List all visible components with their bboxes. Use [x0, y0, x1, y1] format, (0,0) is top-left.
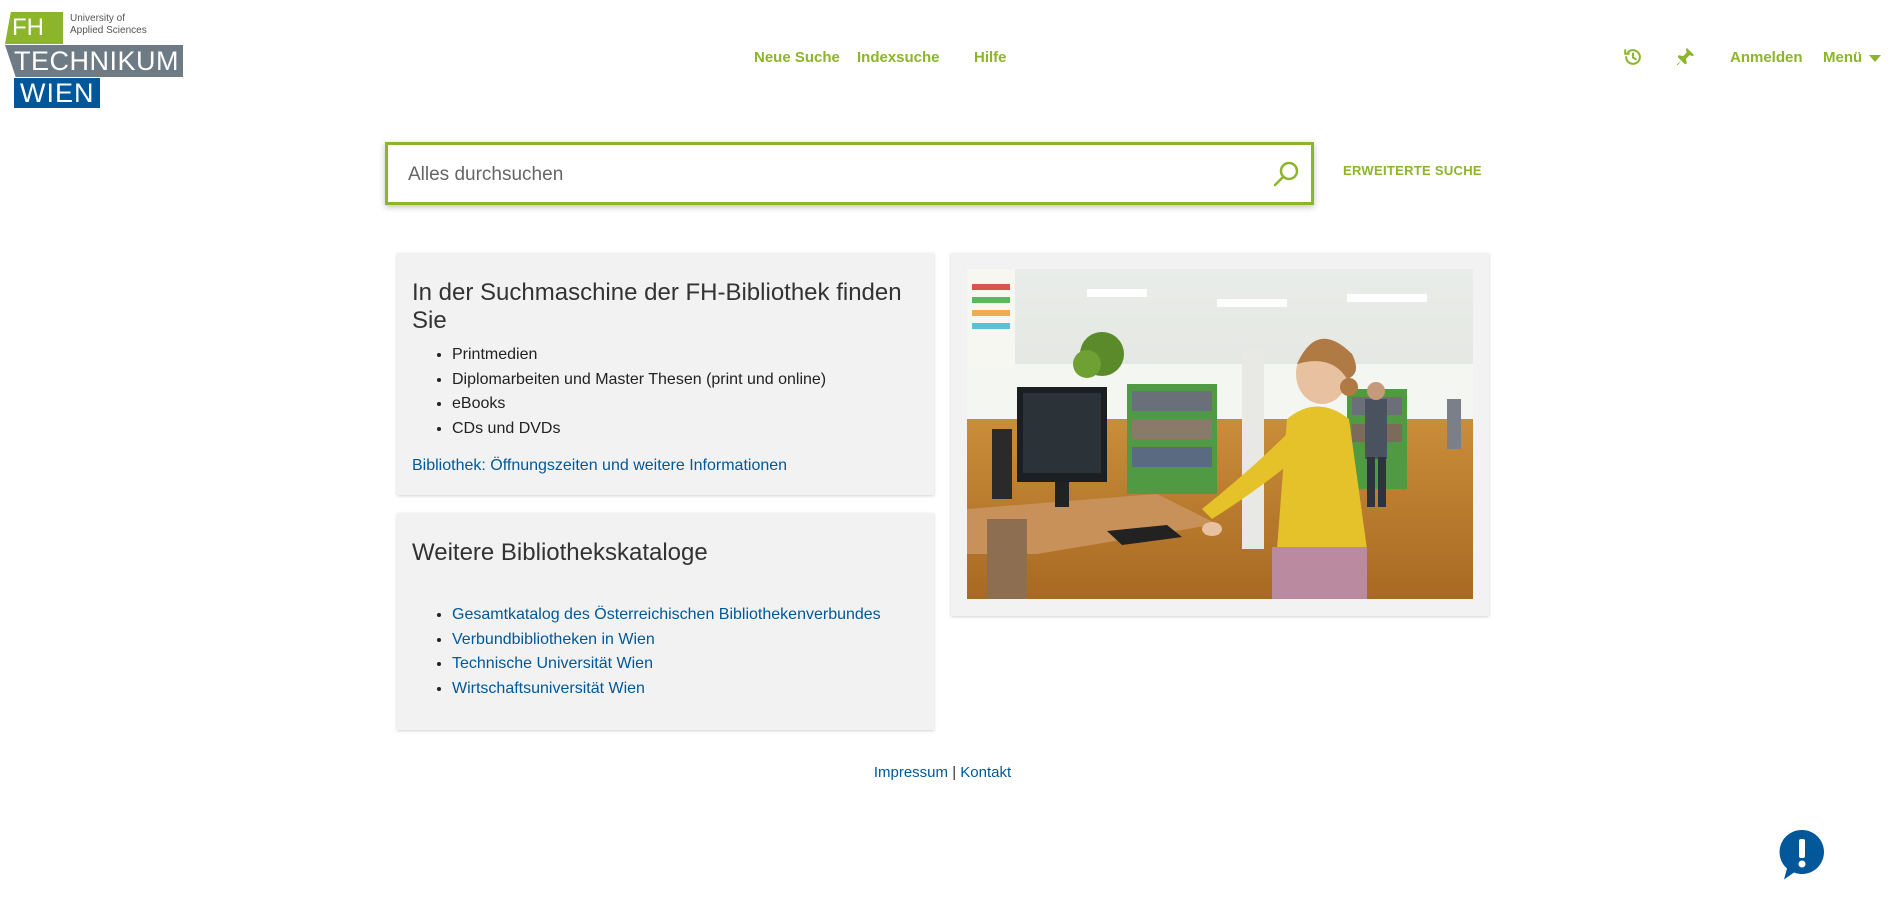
advanced-search-link[interactable]: ERWEITERTE SUCHE: [1343, 163, 1482, 178]
nav-neue-suche[interactable]: Neue Suche: [754, 49, 840, 66]
list-item: Gesamtkatalog des Österreichischen Bibli…: [452, 603, 881, 628]
search-bar: [385, 142, 1314, 205]
other-catalogs-card: Weitere Bibliothekskataloge Gesamtkatalo…: [397, 513, 934, 730]
list-item: Technische Universität Wien: [452, 652, 881, 677]
list-item: Verbundbibliotheken in Wien: [452, 628, 881, 653]
list-item: Wirtschaftsuniversität Wien: [452, 677, 881, 702]
catalog-link[interactable]: Verbundbibliotheken in Wien: [452, 631, 655, 648]
search-icon[interactable]: [1271, 159, 1301, 189]
search-input[interactable]: [406, 158, 1260, 192]
pin-icon[interactable]: [1674, 46, 1696, 68]
card-title: Weitere Bibliothekskataloge: [412, 539, 708, 566]
media-list: Printmedien Diplomarbeiten und Master Th…: [412, 343, 826, 441]
chevron-down-icon: [1869, 54, 1882, 62]
list-item: CDs und DVDs: [452, 417, 826, 442]
impressum-link[interactable]: Impressum: [874, 764, 948, 781]
catalog-link[interactable]: Technische Universität Wien: [452, 655, 653, 672]
kontakt-link[interactable]: Kontakt: [960, 764, 1011, 781]
catalog-list: Gesamtkatalog des Österreichischen Bibli…: [412, 603, 881, 701]
logo-technikum: TECHNIKUM: [5, 45, 183, 77]
menu-label: Menü: [1823, 49, 1863, 66]
library-info-card: In der Suchmaschine der FH-Bibliothek fi…: [397, 253, 934, 495]
list-item: eBooks: [452, 392, 826, 417]
logo-fh: FH: [5, 12, 63, 44]
image-card: [951, 253, 1489, 616]
card-title: In der Suchmaschine der FH-Bibliothek fi…: [412, 279, 902, 334]
logo-wien: WIEN: [14, 78, 100, 108]
fh-technikum-logo[interactable]: FH University of Applied Sciences TECHNI…: [5, 10, 183, 108]
list-item: Printmedien: [452, 343, 826, 368]
feedback-exclamation-icon[interactable]: [1778, 828, 1826, 880]
library-info-link[interactable]: Bibliothek: Öffnungszeiten und weitere I…: [412, 457, 787, 475]
nav-hilfe[interactable]: Hilfe: [974, 49, 1007, 66]
nav-indexsuche[interactable]: Indexsuche: [857, 49, 940, 66]
library-photo: [967, 269, 1473, 599]
catalog-link[interactable]: Wirtschaftsuniversität Wien: [452, 680, 645, 697]
list-item: Diplomarbeiten und Master Thesen (print …: [452, 368, 826, 393]
login-link[interactable]: Anmelden: [1730, 49, 1803, 66]
logo-university: University of Applied Sciences: [70, 13, 147, 36]
catalog-link[interactable]: Gesamtkatalog des Österreichischen Bibli…: [452, 606, 881, 623]
menu-button[interactable]: Menü: [1823, 49, 1882, 66]
footer-separator: |: [952, 764, 957, 781]
footer: Impressum | Kontakt: [0, 764, 1885, 781]
history-icon[interactable]: [1622, 46, 1644, 68]
